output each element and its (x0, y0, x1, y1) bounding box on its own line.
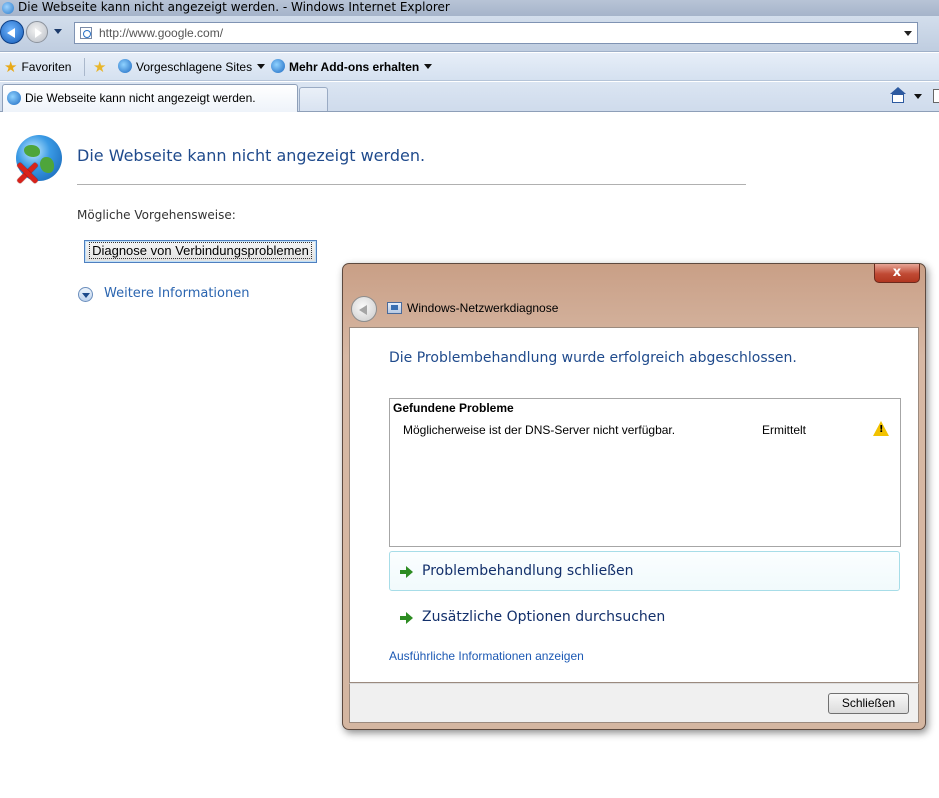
green-arrow-icon (400, 612, 413, 624)
network-diagnostics-dialog: x Windows-Netzwerkdiagnose Die Problembe… (342, 263, 926, 730)
problem-status: Ermittelt (762, 423, 807, 437)
green-arrow-icon (400, 566, 413, 578)
add-favorite-button[interactable]: ★ (93, 59, 109, 77)
favorites-button[interactable]: ★ Favoriten (4, 59, 71, 77)
star-icon: ★ (4, 59, 18, 76)
chevron-down-icon (257, 64, 266, 69)
page-icon (80, 27, 92, 39)
list-item[interactable]: Möglicherweise ist der DNS-Server nicht … (390, 421, 900, 439)
back-button[interactable] (0, 20, 24, 44)
home-icon (890, 87, 906, 94)
navigation-bar (0, 16, 939, 52)
close-troubleshooter-link[interactable]: Problembehandlung schließen (389, 551, 900, 591)
warning-icon: ! (873, 421, 889, 436)
diagnose-button-label: Diagnose von Verbindungsproblemen (89, 242, 312, 259)
tab-active[interactable]: Die Webseite kann nicht angezeigt werden… (2, 84, 298, 112)
recent-pages-dropdown[interactable] (54, 29, 62, 34)
dialog-title: Windows-Netzwerkdiagnose (407, 301, 559, 315)
get-addons-button[interactable]: Mehr Add-ons erhalten (271, 59, 433, 77)
feeds-button[interactable] (933, 89, 939, 103)
url-input[interactable] (99, 25, 899, 41)
page-title: Die Webseite kann nicht angezeigt werden… (77, 146, 426, 165)
problem-description: Möglicherweise ist der DNS-Server nicht … (403, 423, 676, 437)
add-to-favorites-icon: ★ (93, 59, 107, 76)
ie-page-icon (118, 59, 132, 73)
explore-options-label: Zusätzliche Optionen durchsuchen (422, 609, 666, 625)
close-troubleshooter-label: Problembehandlung schließen (422, 563, 634, 579)
window-title: Die Webseite kann nicht angezeigt werden… (18, 0, 450, 14)
expand-chevron-icon (78, 287, 93, 302)
close-button[interactable]: Schließen (828, 693, 909, 714)
tab-page-icon (7, 91, 21, 105)
dialog-content: Die Problembehandlung wurde erfolgreich … (349, 327, 919, 683)
view-detailed-info-link[interactable]: Ausführliche Informationen anzeigen (389, 649, 584, 663)
suggested-sites-label: Vorgeschlagene Sites (136, 60, 253, 74)
forward-button[interactable] (26, 21, 48, 43)
network-diagnostics-icon (387, 302, 402, 314)
dialog-back-button[interactable] (351, 296, 377, 322)
favorites-bar: ★ Favoriten ★ Vorgeschlagene Sites Mehr A… (0, 53, 939, 81)
red-x-icon (14, 160, 40, 186)
window-titlebar: Die Webseite kann nicht angezeigt werden… (0, 0, 939, 16)
problems-header: Gefundene Probleme (393, 401, 514, 415)
addons-page-icon (271, 59, 285, 73)
new-tab-button[interactable] (299, 87, 328, 111)
dialog-headline: Die Problembehandlung wurde erfolgreich … (389, 350, 797, 366)
home-button[interactable] (888, 87, 908, 105)
problems-list: Gefundene Probleme Möglicherweise ist de… (389, 398, 901, 547)
address-field[interactable] (74, 22, 918, 44)
home-dropdown-icon[interactable] (914, 94, 922, 99)
address-dropdown-icon[interactable] (904, 31, 912, 36)
divider (77, 184, 746, 185)
divider (84, 58, 85, 76)
internet-explorer-icon (2, 2, 14, 14)
explore-options-link[interactable]: Zusätzliche Optionen durchsuchen (389, 597, 900, 637)
suggested-sites-button[interactable]: Vorgeschlagene Sites (118, 59, 266, 77)
tab-label: Die Webseite kann nicht angezeigt werden… (25, 91, 256, 105)
dialog-close-button[interactable]: x (874, 264, 920, 283)
more-info-label: Weitere Informationen (104, 286, 250, 301)
page-subtitle: Mögliche Vorgehensweise: (77, 208, 236, 222)
diagnose-connection-button[interactable]: Diagnose von Verbindungsproblemen (84, 240, 317, 263)
favorites-label: Favoriten (21, 60, 72, 74)
chevron-down-icon (424, 64, 433, 69)
get-addons-label: Mehr Add-ons erhalten (289, 60, 420, 74)
dialog-footer: Schließen (349, 683, 919, 723)
tab-bar: Die Webseite kann nicht angezeigt werden… (0, 82, 939, 112)
